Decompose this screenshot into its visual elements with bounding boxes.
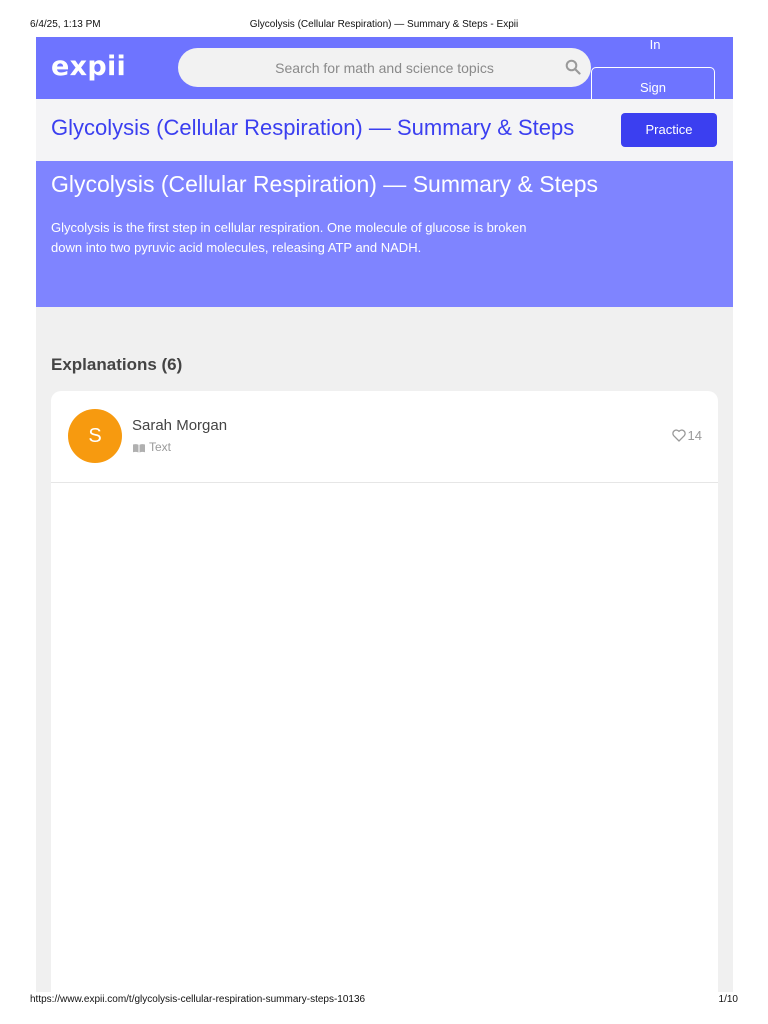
sign-up-label: Sign	[639, 80, 667, 95]
print-page-number: 1/10	[718, 994, 738, 1005]
heart-icon[interactable]	[671, 429, 686, 442]
search-bar[interactable]: Search for math and science topics	[178, 48, 591, 87]
sticky-topic-bar: Glycolysis (Cellular Respiration) — Summ…	[36, 99, 733, 162]
explanation-type: Text	[132, 440, 171, 454]
explanation-card[interactable]: S Sarah Morgan Text 14	[51, 391, 718, 992]
like-counter[interactable]: 14	[671, 428, 702, 443]
author-name[interactable]: Sarah Morgan	[132, 417, 227, 434]
print-header: 6/4/25, 1:13 PM Glycolysis (Cellular Res…	[0, 0, 768, 30]
top-nav-bar: expii Search for math and science topics…	[36, 37, 733, 123]
sign-in-link[interactable]: In	[619, 37, 691, 52]
search-icon[interactable]	[565, 59, 581, 80]
topic-hero: Glycolysis (Cellular Respiration) — Summ…	[36, 161, 733, 307]
book-icon	[133, 444, 145, 453]
print-title: Glycolysis (Cellular Respiration) — Summ…	[249, 19, 519, 30]
print-url: https://www.expii.com/t/glycolysis-cellu…	[30, 994, 366, 1005]
print-footer: https://www.expii.com/t/glycolysis-cellu…	[0, 992, 768, 1012]
explanation-card-header: S Sarah Morgan Text 14	[51, 391, 718, 483]
search-input[interactable]: Search for math and science topics	[178, 60, 591, 76]
avatar[interactable]: S	[68, 409, 122, 463]
topic-description: Glycolysis is the first step in cellular…	[51, 220, 527, 255]
practice-button[interactable]: Practice	[621, 113, 717, 147]
explanation-type-label: Text	[149, 440, 172, 454]
expii-logo[interactable]: expii	[51, 51, 126, 82]
sticky-topic-title: Glycolysis (Cellular Respiration) — Summ…	[51, 115, 575, 140]
main-content: Explanations (6) S Sarah Morgan Text 14	[36, 307, 733, 992]
like-count: 14	[687, 428, 702, 443]
explanations-heading: Explanations (6)	[51, 355, 183, 374]
page-title: Glycolysis (Cellular Respiration) — Summ…	[51, 171, 599, 197]
